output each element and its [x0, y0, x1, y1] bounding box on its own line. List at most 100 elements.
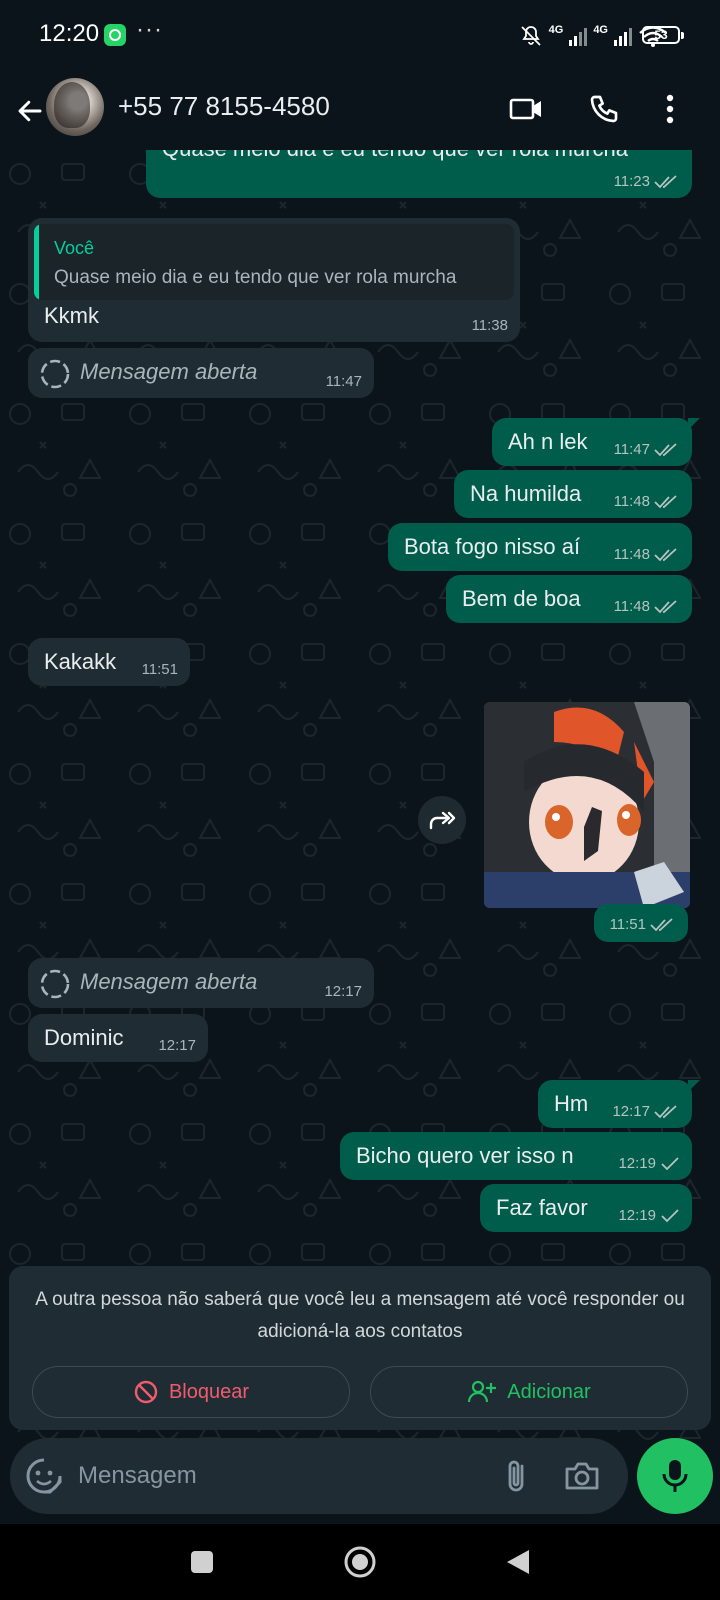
signal-icon — [569, 26, 588, 46]
outgoing-message[interactable]: Hm 12:17 — [538, 1080, 700, 1128]
voice-message-button[interactable] — [637, 1438, 713, 1514]
battery-icon: 53 — [642, 26, 684, 44]
avatar[interactable] — [46, 78, 104, 136]
circle-icon — [344, 1546, 376, 1578]
message-time: 12:19 — [618, 1155, 656, 1172]
add-contact-icon — [468, 1380, 497, 1403]
block-label: Bloquear — [168, 1380, 250, 1403]
bell-muted-icon — [520, 26, 541, 46]
paperclip-icon — [508, 1460, 524, 1492]
status-time: 12:20 — [39, 20, 100, 47]
view-once-message[interactable]: Mensagem aberta 12:17 — [28, 958, 374, 1008]
message-time: 11:48 — [613, 598, 650, 615]
menu-button[interactable] — [646, 85, 694, 133]
outgoing-message[interactable]: Bem de boa 11:48 — [446, 575, 692, 623]
message-text: Kakakk — [44, 649, 117, 674]
view-once-icon — [40, 359, 70, 389]
message-time: 11:48 — [613, 546, 650, 563]
message-time: 12:17 — [324, 983, 362, 1000]
message-time: 11:51 — [609, 916, 646, 933]
add-contact-button[interactable]: Adicionar — [370, 1366, 688, 1418]
camera-icon — [565, 1462, 599, 1490]
message-input[interactable] — [78, 1452, 478, 1500]
voice-call-button[interactable] — [580, 85, 628, 133]
camera-button[interactable] — [562, 1456, 602, 1496]
video-camera-icon — [509, 98, 541, 120]
single-check-icon — [660, 1156, 680, 1171]
phone-icon — [590, 95, 618, 123]
chat-area[interactable]: Quase meio dia e eu tendo que ver rola m… — [0, 150, 720, 1440]
message-text: Faz favor — [496, 1195, 588, 1220]
double-check-icon — [654, 442, 680, 457]
back-nav-button[interactable] — [494, 1540, 542, 1584]
quote-text: Quase meio dia e eu tendo que ver rola m… — [54, 267, 457, 288]
incoming-message[interactable]: Kakakk 11:51 — [28, 638, 190, 686]
video-call-button[interactable] — [502, 85, 550, 133]
message-text: Bicho quero ver isso n — [356, 1143, 574, 1168]
outgoing-message[interactable]: Na humilda 11:48 — [454, 470, 692, 518]
arrow-left-icon — [18, 100, 42, 122]
message-text: Quase meio dia e eu tendo que ver rola m… — [162, 150, 628, 162]
outgoing-message[interactable]: Bota fogo nisso aí 11:48 — [388, 523, 692, 571]
message-time: 11:38 — [471, 317, 508, 334]
whatsapp-notification-icon — [104, 24, 126, 46]
network-type-label: 4G — [548, 24, 564, 36]
more-notifications-indicator: ··· — [136, 16, 163, 43]
message-text: Mensagem aberta — [80, 359, 258, 384]
incoming-message[interactable]: Dominic 12:17 — [28, 1014, 208, 1062]
message-text: Kkmk — [44, 303, 99, 328]
image-timestamp: 11:51 — [594, 904, 688, 942]
network-type-label: 4G — [593, 24, 608, 36]
outgoing-message[interactable]: Quase meio dia e eu tendo que ver rola m… — [146, 150, 692, 198]
quote-author: Você — [54, 238, 95, 258]
more-vertical-icon — [666, 94, 674, 124]
message-time: 11:48 — [613, 493, 650, 510]
message-time: 11:47 — [613, 441, 650, 458]
block-button[interactable]: Bloquear — [32, 1366, 350, 1418]
message-time: 12:17 — [158, 1037, 196, 1054]
recents-button[interactable] — [178, 1540, 226, 1584]
double-check-icon — [654, 174, 680, 189]
message-time: 12:17 — [612, 1103, 650, 1120]
outgoing-message[interactable]: Faz favor 12:19 — [480, 1184, 692, 1232]
double-check-icon — [654, 547, 680, 562]
image-message[interactable] — [484, 702, 690, 908]
forward-icon — [429, 811, 456, 830]
double-check-icon — [650, 917, 676, 932]
double-check-icon — [654, 1104, 680, 1119]
quoted-message[interactable]: Você Quase meio dia e eu tendo que ver r… — [34, 224, 514, 300]
message-time: 11:51 — [141, 661, 178, 678]
double-check-icon — [654, 494, 680, 509]
message-text: Hm — [554, 1091, 589, 1116]
outgoing-message[interactable]: Ah n lek 11:47 — [492, 418, 700, 466]
anime-character-image — [484, 702, 690, 908]
view-once-icon — [40, 969, 70, 999]
message-text: Bem de boa — [462, 586, 581, 611]
outgoing-message[interactable]: Bicho quero ver isso n 12:19 — [340, 1132, 692, 1180]
double-check-icon — [654, 599, 680, 614]
unknown-contact-notice: A outra pessoa não saberá que você leu a… — [35, 1289, 685, 1342]
block-icon — [134, 1380, 158, 1404]
single-check-icon — [660, 1208, 680, 1223]
message-time: 12:19 — [618, 1207, 656, 1224]
forward-button[interactable] — [418, 796, 466, 844]
chat-header: +55 77 8155-4580 — [0, 72, 720, 150]
attach-button[interactable] — [498, 1456, 538, 1496]
incoming-message[interactable]: Você Quase meio dia e eu tendo que ver r… — [28, 218, 520, 342]
sticker-icon — [26, 1458, 62, 1494]
microphone-icon — [662, 1460, 688, 1492]
message-composer — [10, 1438, 628, 1514]
emoji-button[interactable] — [24, 1456, 64, 1496]
message-text: Dominic — [44, 1025, 124, 1050]
square-icon — [191, 1551, 213, 1573]
triangle-back-icon — [507, 1550, 529, 1574]
system-navigation-bar — [0, 1524, 720, 1600]
message-text: Na humilda — [470, 481, 582, 506]
home-button[interactable] — [336, 1540, 384, 1584]
contact-name[interactable]: +55 77 8155-4580 — [118, 91, 330, 122]
message-time: 11:23 — [613, 173, 650, 190]
view-once-message[interactable]: Mensagem aberta 11:47 — [28, 348, 374, 398]
message-text: Mensagem aberta — [80, 969, 258, 994]
message-time: 11:47 — [325, 373, 362, 390]
message-text: Bota fogo nisso aí — [404, 534, 581, 559]
